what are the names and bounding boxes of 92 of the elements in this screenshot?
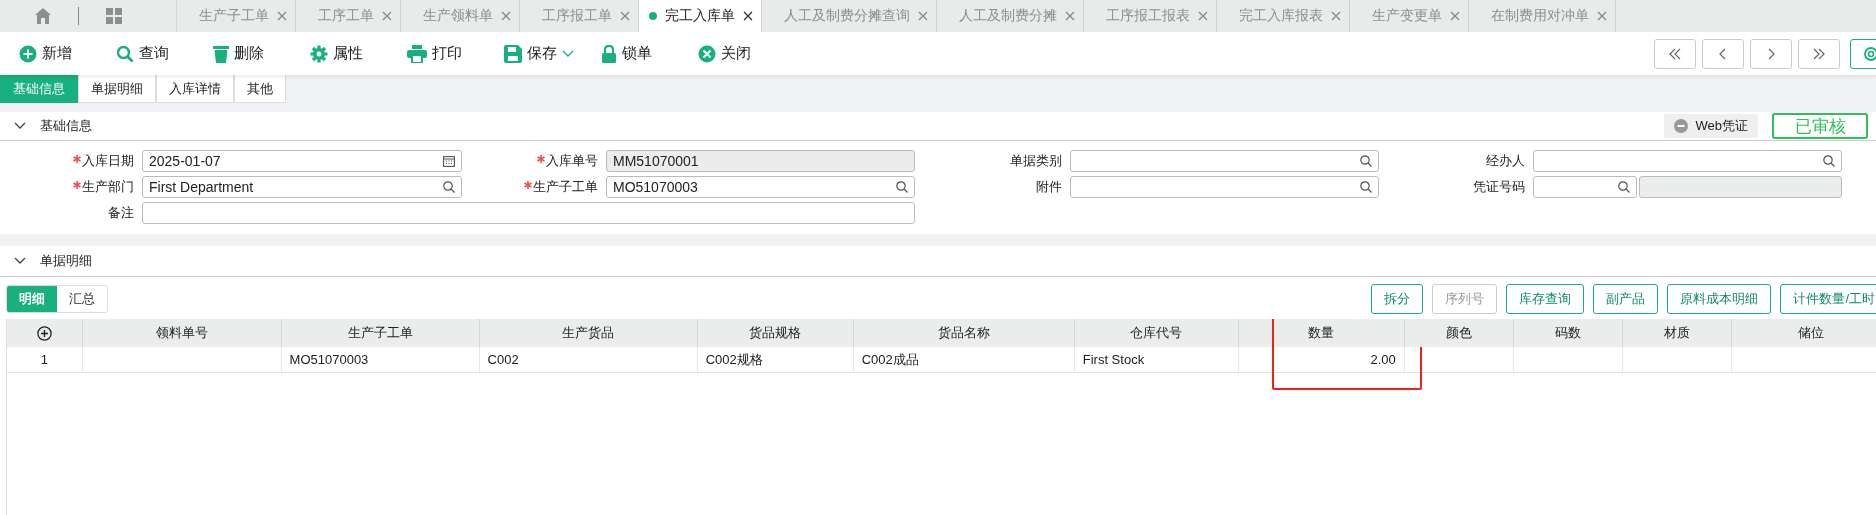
field-label: 附件 bbox=[1035, 178, 1063, 196]
form-tab[interactable]: 其他 bbox=[234, 75, 286, 103]
search-icon bbox=[1618, 181, 1630, 193]
next-page-button[interactable] bbox=[1750, 38, 1792, 69]
chevron-icon[interactable] bbox=[14, 122, 26, 130]
double-chevron-left-icon bbox=[1668, 47, 1682, 60]
input-field[interactable] bbox=[1533, 150, 1842, 172]
first-page-button[interactable] bbox=[1654, 38, 1696, 69]
row-number: 1 bbox=[7, 347, 82, 373]
add-row-icon[interactable] bbox=[36, 325, 52, 341]
toolbar-button[interactable]: 新增 bbox=[19, 44, 116, 63]
search-icon bbox=[443, 181, 455, 193]
toolbar-button[interactable]: 保存 bbox=[504, 44, 601, 63]
input-field: MM51070001 bbox=[606, 150, 915, 172]
search-icon bbox=[116, 44, 134, 63]
column-header: 码数 bbox=[1513, 319, 1623, 347]
column-header: 货品名称 bbox=[853, 319, 1075, 347]
action-button[interactable]: 库存查询 bbox=[1506, 283, 1585, 314]
field-label: 入库单号 bbox=[462, 150, 606, 172]
input-field[interactable] bbox=[1533, 176, 1637, 198]
input-field[interactable]: 2025-01-07 bbox=[142, 150, 462, 172]
search-icon bbox=[896, 181, 908, 193]
chevron-icon[interactable] bbox=[14, 257, 26, 265]
section-title: 基础信息 bbox=[40, 117, 92, 135]
save-icon bbox=[504, 44, 522, 63]
last-page-button[interactable] bbox=[1798, 38, 1840, 69]
search-icon bbox=[1360, 155, 1372, 167]
active-dot-icon bbox=[649, 12, 657, 20]
action-button[interactable]: 拆分 bbox=[1371, 283, 1424, 314]
column-header: 货品规格 bbox=[697, 319, 854, 347]
search-icon bbox=[1823, 155, 1835, 167]
column-header: 材质 bbox=[1622, 319, 1732, 347]
input-field[interactable] bbox=[1070, 176, 1379, 198]
form-tab[interactable]: 入库详情 bbox=[156, 75, 234, 103]
view-tab[interactable]: 汇总 bbox=[57, 285, 107, 312]
chevron-left-icon bbox=[1718, 47, 1728, 60]
table-cell: 2.00 bbox=[1238, 347, 1405, 373]
search-icon bbox=[1360, 181, 1372, 193]
action-button[interactable]: 计件数量/工时 bbox=[1780, 283, 1876, 314]
input-field[interactable]: First Department bbox=[142, 176, 462, 198]
table-cell: First Stock bbox=[1074, 347, 1239, 373]
grid-icon[interactable] bbox=[105, 7, 123, 25]
home-icon[interactable] bbox=[34, 7, 52, 25]
field-label: 经办人 bbox=[1485, 152, 1526, 170]
column-header: 颜色 bbox=[1404, 319, 1514, 347]
toolbar-button[interactable]: 关闭 bbox=[698, 44, 795, 63]
voucher-button[interactable]: Web凭证 bbox=[1663, 114, 1758, 138]
toolbar-button[interactable]: 打印 bbox=[407, 44, 504, 63]
form-tab[interactable]: 基础信息 bbox=[0, 75, 78, 103]
table-cell: MO51070003 bbox=[281, 347, 480, 373]
column-header: 领料单号 bbox=[82, 319, 282, 347]
chevron-right-icon bbox=[1766, 47, 1776, 60]
field-label: 入库日期 bbox=[0, 150, 142, 172]
column-header: 生产货品 bbox=[479, 319, 698, 347]
field-label: 凭证号码 bbox=[1472, 178, 1526, 196]
input-field[interactable]: MO51070003 bbox=[606, 176, 915, 198]
input-field[interactable] bbox=[1070, 150, 1379, 172]
input-field[interactable] bbox=[142, 202, 915, 224]
caret-icon[interactable] bbox=[562, 49, 574, 58]
field-label: 生产部门 bbox=[0, 176, 142, 198]
column-header: 储位 bbox=[1731, 319, 1876, 347]
table-cell: C002成品 bbox=[853, 347, 1075, 373]
column-header: 仓库代号 bbox=[1074, 319, 1239, 347]
table-cell: C002 bbox=[479, 347, 698, 373]
add-icon bbox=[19, 44, 37, 63]
field-label: 备注 bbox=[107, 204, 135, 222]
calendar-icon bbox=[443, 155, 455, 167]
form-tab[interactable]: 单据明细 bbox=[78, 75, 156, 103]
field-label: 单据类别 bbox=[1009, 152, 1063, 170]
previous-page-button[interactable] bbox=[1702, 38, 1744, 69]
toolbar-button[interactable]: 锁单 bbox=[601, 44, 698, 63]
toolbar-button[interactable]: 属性 bbox=[310, 44, 407, 63]
double-chevron-right-icon bbox=[1812, 47, 1826, 60]
page-tab[interactable]: 完工入库单 bbox=[639, 0, 762, 32]
printer-icon bbox=[407, 44, 427, 63]
close-circle-icon bbox=[698, 44, 716, 63]
lock-icon bbox=[601, 44, 617, 63]
table-cell: C002规格 bbox=[697, 347, 854, 373]
action-button[interactable]: 原料成本明细 bbox=[1667, 283, 1772, 314]
toolbar-button[interactable]: 查询 bbox=[116, 44, 213, 63]
trash-icon bbox=[213, 44, 229, 63]
toolbar-button[interactable]: 删除 bbox=[213, 44, 310, 63]
status-badge: 已审核 bbox=[1772, 113, 1868, 139]
column-header: 生产子工单 bbox=[281, 319, 480, 347]
field-label: 生产子工单 bbox=[462, 176, 606, 198]
view-tab[interactable]: 明细 bbox=[7, 285, 57, 312]
minus-circle-icon bbox=[1673, 119, 1688, 133]
settings-icon bbox=[310, 44, 328, 63]
close-icon[interactable] bbox=[743, 11, 753, 21]
action-button[interactable]: 副产品 bbox=[1593, 283, 1659, 314]
section-title: 单据明细 bbox=[40, 252, 92, 270]
settings-icon bbox=[1862, 44, 1876, 63]
